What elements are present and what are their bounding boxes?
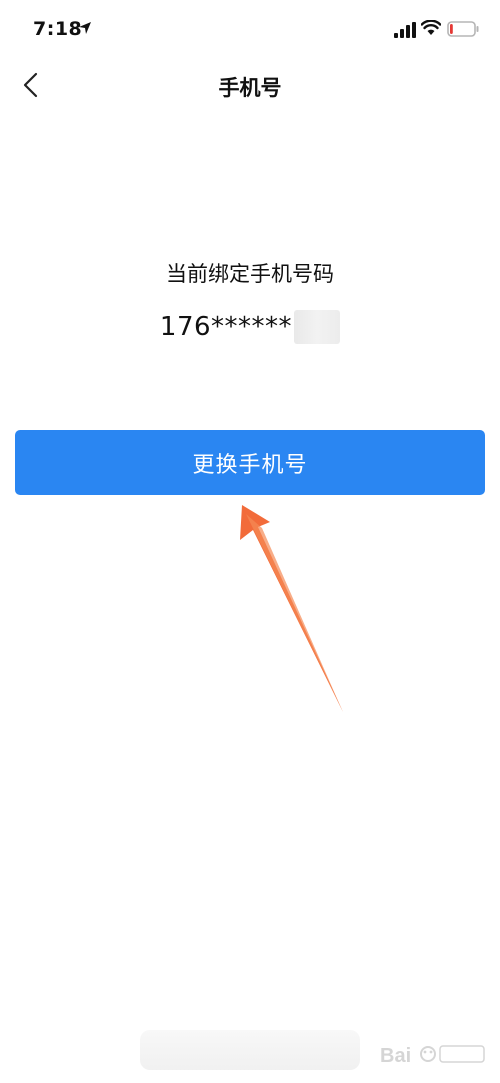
nav-bar: 手机号 (0, 60, 500, 110)
phone-number: 176****** (159, 312, 293, 342)
annotation-arrow-icon (240, 505, 343, 712)
cellular-signal-icon (394, 22, 416, 38)
svg-text:Bai: Bai (380, 1045, 411, 1067)
bound-phone-label: 当前绑定手机号码 (166, 262, 334, 286)
baidu-watermark-icon: Bai (380, 1045, 485, 1067)
change-phone-button[interactable]: 更换手机号 (15, 430, 485, 495)
wifi-icon (421, 20, 441, 35)
phone-number-row: 176****** (0, 310, 500, 346)
page-title: 手机号 (218, 76, 282, 100)
status-time: 7:18 (33, 18, 83, 40)
phone-number-blur (294, 310, 341, 344)
home-indicator (140, 1030, 360, 1070)
battery-low-icon (447, 21, 479, 37)
status-bar: 7:18 (0, 0, 500, 60)
battery-level-fill (450, 24, 453, 34)
location-arrow-icon (79, 22, 91, 34)
